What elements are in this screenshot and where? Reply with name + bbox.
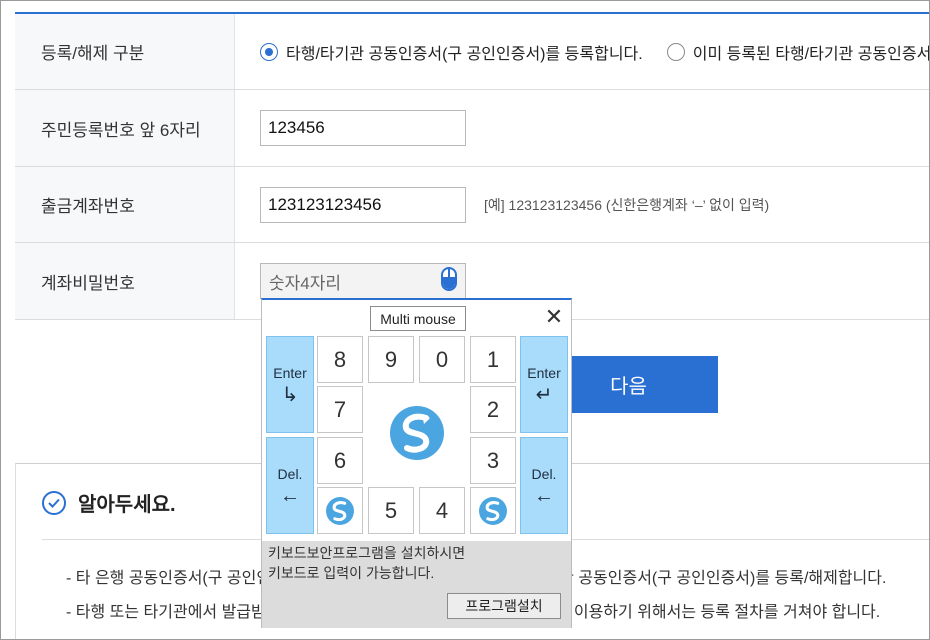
radio-register-dot[interactable] <box>260 42 278 61</box>
digit-key-5[interactable]: 5 <box>368 487 414 534</box>
digit-key-8[interactable]: 8 <box>317 336 363 383</box>
digit-key-0[interactable]: 0 <box>419 336 465 383</box>
delete-key-right[interactable]: Del. ← <box>520 437 568 534</box>
radio-register-label: 타행/타기관 공동인증서(구 공인인증서)를 등록합니다. <box>286 45 643 63</box>
enter-key-left[interactable]: Enter ↳ <box>266 336 314 433</box>
backspace-arrow-icon: ← <box>534 484 554 507</box>
row-register-type: 등록/해제 구분 타행/타기관 공동인증서(구 공인인증서)를 등록합니다. 이… <box>15 14 930 90</box>
virtual-keypad: Multi mouse ✕ Enter ↳ Del. ← Enter ↵ Del… <box>261 298 572 628</box>
digit-key-7[interactable]: 7 <box>317 386 363 433</box>
radio-unregister-label: 이미 등록된 타행/타기관 공동인증서(구 공인인증서)를 해제합니다. <box>692 45 930 63</box>
notice-title: 알아두세요. <box>42 488 176 517</box>
form-table: 등록/해제 구분 타행/타기관 공동인증서(구 공인인증서)를 등록합니다. 이… <box>15 12 929 320</box>
keypad-header: Multi mouse ✕ <box>262 300 571 336</box>
digit-key-3[interactable]: 3 <box>470 437 516 484</box>
shinhan-logo-icon <box>388 404 446 462</box>
delete-key-left[interactable]: Del. ← <box>266 437 314 534</box>
radio-unregister-dot[interactable] <box>666 42 685 61</box>
radio-register[interactable]: 타행/타기관 공동인증서(구 공인인증서)를 등록합니다. <box>260 40 643 64</box>
account-password-placeholder: 숫자4자리 <box>269 273 342 293</box>
enter-key-label: Enter <box>527 364 561 381</box>
resident-number-input[interactable] <box>260 110 466 146</box>
digit-key-6[interactable]: 6 <box>317 437 363 484</box>
account-number-hint: [예] 123123123456 (신한은행계좌 ‘–’ 없이 입력) <box>484 196 770 213</box>
install-program-button[interactable]: 프로그램설치 <box>447 593 561 619</box>
digit-key-2[interactable]: 2 <box>470 386 516 433</box>
keypad-message: 키보드보안프로그램을 설치하시면 키보드로 입력이 가능합니다. <box>268 543 465 583</box>
keypad-message-line: 키보드보안프로그램을 설치하시면 <box>268 545 466 561</box>
close-icon[interactable]: ✕ <box>543 306 565 328</box>
enter-arrow-icon: ↳ <box>281 383 299 406</box>
enter-arrow-icon: ↵ <box>535 383 553 406</box>
keypad-message-line: 키보드로 입력이 가능합니다. <box>268 565 435 581</box>
row-account-number: 출금계좌번호 [예] 123123123456 (신한은행계좌 ‘–’ 없이 입… <box>15 167 929 243</box>
backspace-arrow-icon: ← <box>280 484 300 507</box>
account-number-input[interactable] <box>260 186 466 223</box>
blank-key[interactable] <box>470 487 516 534</box>
blank-key[interactable] <box>317 487 363 534</box>
digit-key-9[interactable]: 9 <box>368 336 414 383</box>
enter-key-right[interactable]: Enter ↵ <box>520 336 568 433</box>
keypad-body: Enter ↳ Del. ← Enter ↵ Del. ← 8 9 0 1 7 … <box>262 336 571 541</box>
radio-unregister[interactable]: 이미 등록된 타행/타기관 공동인증서(구 공인인증서)를 해제합니다. <box>666 40 930 64</box>
row-resident-number: 주민등록번호 앞 6자리 <box>15 90 929 167</box>
notice-title-text: 알아두세요. <box>78 494 176 516</box>
check-icon <box>42 490 66 515</box>
keypad-footer: 키보드보안프로그램을 설치하시면 키보드로 입력이 가능합니다. 프로그램설치 <box>262 541 571 628</box>
multi-mouse-button[interactable]: Multi mouse <box>370 306 466 331</box>
digit-key-1[interactable]: 1 <box>470 336 516 383</box>
app-frame: 등록/해제 구분 타행/타기관 공동인증서(구 공인인증서)를 등록합니다. 이… <box>0 0 930 640</box>
label-resident-number: 주민등록번호 앞 6자리 <box>15 90 235 166</box>
shinhan-logo-icon <box>479 496 507 525</box>
digit-key-4[interactable]: 4 <box>419 487 465 534</box>
label-register-type: 등록/해제 구분 <box>15 14 235 89</box>
shinhan-logo-icon <box>326 496 354 525</box>
enter-key-label: Enter <box>273 364 307 381</box>
delete-key-label: Del. <box>277 465 303 482</box>
label-account-password: 계좌비밀번호 <box>15 243 235 319</box>
delete-key-label: Del. <box>531 465 557 482</box>
mouse-icon[interactable] <box>441 266 457 296</box>
account-password-input[interactable]: 숫자4자리 <box>260 263 466 299</box>
label-account-number: 출금계좌번호 <box>15 167 235 242</box>
